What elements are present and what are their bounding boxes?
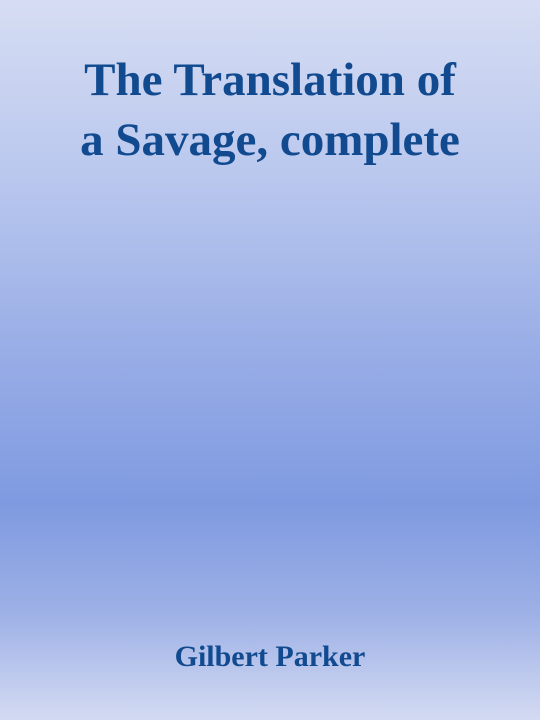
book-title-line-1: The Translation of bbox=[84, 54, 456, 106]
book-title-line-2: a Savage, complete bbox=[80, 114, 460, 166]
book-author: Gilbert Parker bbox=[174, 640, 366, 673]
book-cover: The Translation of a Savage, complete Gi… bbox=[0, 0, 540, 720]
book-title: The Translation of a Savage, complete bbox=[20, 50, 520, 170]
